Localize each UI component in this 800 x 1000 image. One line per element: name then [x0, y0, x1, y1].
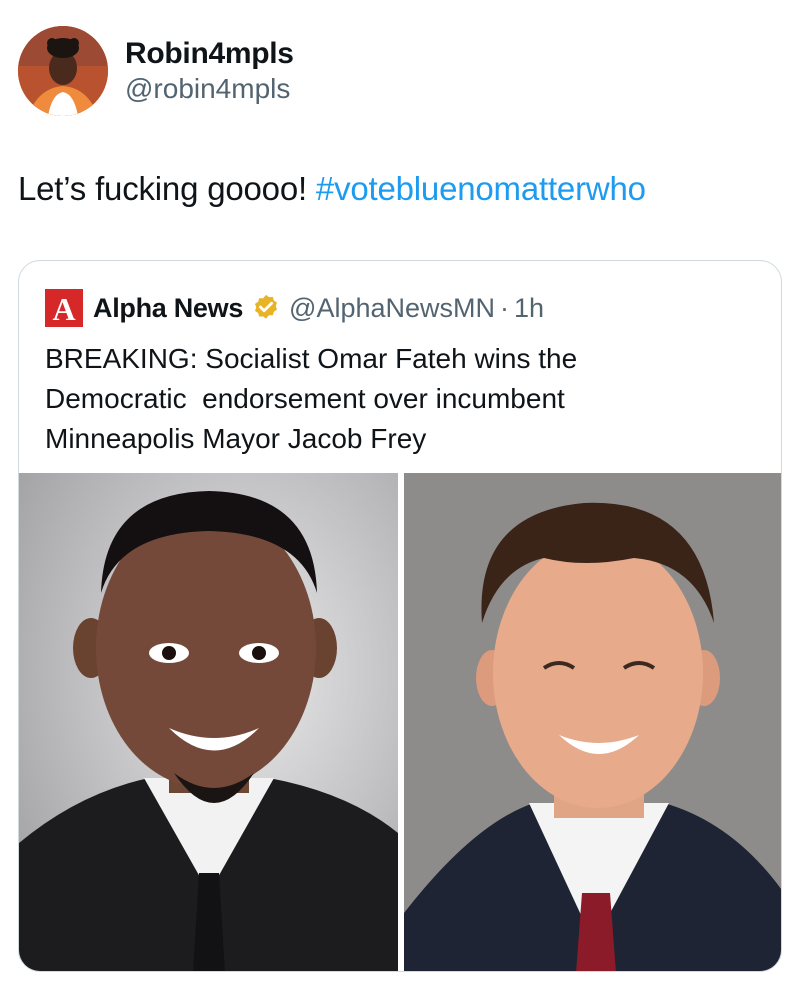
tweet-text: Let’s fucking goooo! #votebluenomatterwh…: [18, 168, 646, 210]
alpha-news-logo-icon: A: [45, 289, 83, 327]
author-handle[interactable]: @robin4mpls: [125, 72, 294, 106]
hashtag-link[interactable]: #votebluenomatterwho: [316, 170, 646, 207]
portrait-photo-right: [404, 473, 781, 971]
logo-letter: A: [52, 291, 75, 327]
quoted-timestamp[interactable]: 1h: [514, 293, 544, 324]
avatar[interactable]: [18, 26, 108, 116]
quoted-photo-left[interactable]: [19, 473, 398, 971]
quoted-text-line-3: Minneapolis Mayor Jacob Frey: [45, 423, 427, 454]
quoted-handle[interactable]: @AlphaNewsMN: [289, 293, 495, 324]
quoted-tweet-text: BREAKING: Socialist Omar Fateh wins the …: [45, 339, 765, 459]
portrait-photo-left: [19, 473, 398, 971]
tweet-header: Robin4mpls @robin4mpls: [18, 26, 294, 116]
quoted-text-line-1: BREAKING: Socialist Omar Fateh wins the: [45, 343, 578, 374]
author-display-name[interactable]: Robin4mpls: [125, 36, 294, 72]
separator-dot: ·: [500, 292, 510, 323]
verified-badge-icon: [255, 294, 278, 319]
quoted-text-line-2: Democratic endorsement over incumbent: [45, 383, 565, 414]
avatar-photo: [18, 26, 108, 116]
quoted-source-name[interactable]: Alpha News: [93, 293, 243, 324]
tweet-author: Robin4mpls @robin4mpls: [125, 36, 294, 106]
quoted-tweet-card[interactable]: A Alpha News @AlphaNewsMN · 1h BREAKING:…: [18, 260, 782, 972]
tweet-body-text: Let’s fucking goooo!: [18, 170, 316, 207]
quoted-photo-right[interactable]: [404, 473, 781, 971]
quoted-tweet-header: A Alpha News @AlphaNewsMN · 1h: [45, 289, 544, 327]
